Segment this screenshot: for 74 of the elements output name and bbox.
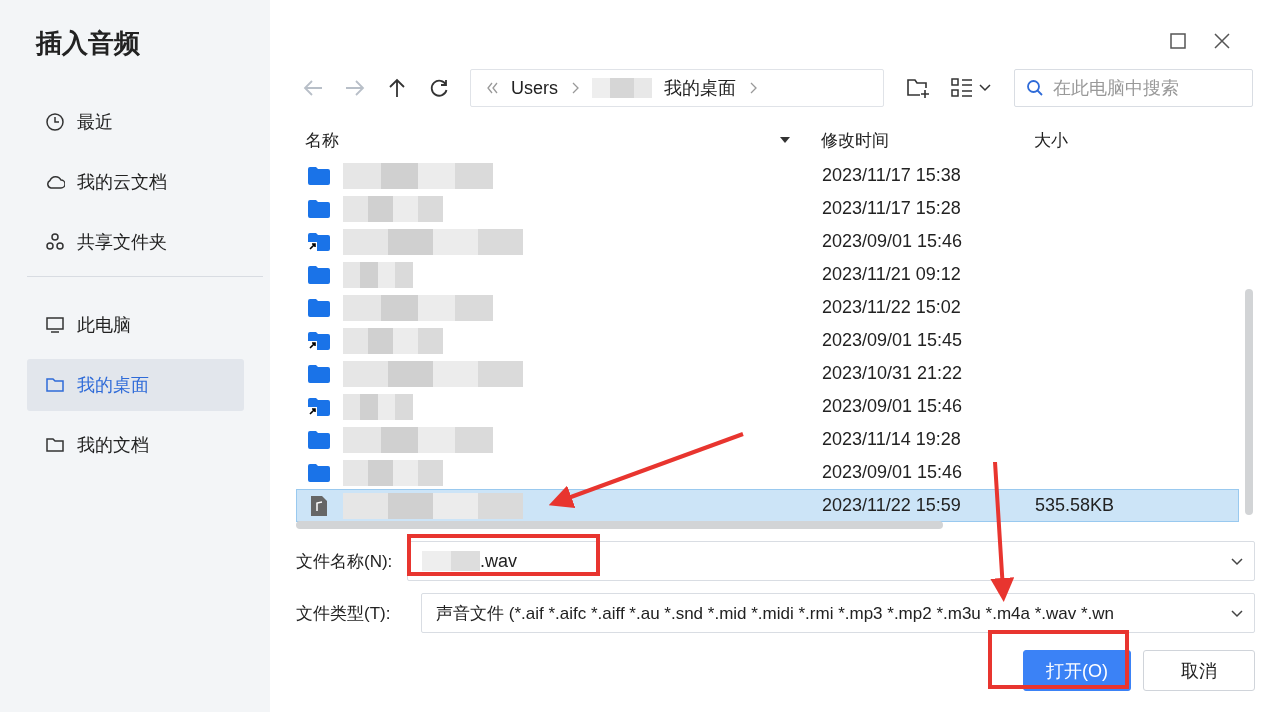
folder-icon [307,263,331,286]
file-row[interactable]: 2023/09/01 15:46 [296,225,1239,258]
folder-icon [45,375,65,395]
search-field[interactable]: 在此电脑中搜索 [1014,69,1253,107]
file-row[interactable]: 2023/11/17 15:38 [296,159,1239,192]
caret-icon[interactable] [1230,608,1244,618]
sidebar-item[interactable]: 我的云文档 [27,156,244,208]
breadcrumb-item[interactable]: Users [511,77,558,99]
date-cell-text: 2023/09/01 15:46 [821,396,964,417]
file-row[interactable]: 2023/09/01 15:46 [296,390,1239,423]
date-cell-text: 2023/09/01 15:46 [821,462,964,483]
shortcut-folder-icon [307,329,331,352]
double-chevron-icon [485,80,499,96]
sidebar-item[interactable]: 我的文档 [27,419,244,471]
date-cell-text: 2023/09/01 15:45 [821,330,964,351]
folder-icon [307,461,331,484]
sidebar-item[interactable]: 最近 [27,96,244,148]
sort-caret-icon [779,136,791,144]
date-cell-text: 2023/11/17 15:28 [821,198,962,219]
file-row[interactable]: 2023/10/31 21:22 [296,357,1239,390]
column-header[interactable]: 大小 [1034,128,1234,152]
search-icon [1026,79,1044,97]
date-cell-text: 2023/09/01 15:46 [821,231,964,252]
cancel-button[interactable]: 取消 [1143,650,1255,691]
maximize-icon[interactable] [1169,32,1187,50]
date-cell-text: 2023/11/17 15:38 [821,165,962,186]
sidebar-item[interactable]: 共享文件夹 [27,216,244,268]
date-cell-text: 2023/11/22 15:59 [821,495,962,516]
view-list-icon[interactable] [950,77,994,99]
field-label: 文件类型(T): [296,602,392,625]
file-row[interactable]: 2023/11/22 15:02 [296,291,1239,324]
close-icon[interactable] [1213,32,1231,50]
clock-icon [45,112,65,132]
file-row[interactable]: 2023/09/01 15:46 [296,456,1239,489]
column-header[interactable]: 名称 [296,128,801,152]
share-icon [45,232,65,252]
scrollbar[interactable] [1245,289,1253,515]
breadcrumb-item[interactable]: 我的桌面 [664,76,736,100]
caret-icon[interactable] [1230,556,1244,566]
date-cell-text: 2023/11/21 09:12 [821,264,962,285]
folder-icon [45,435,65,455]
file-row[interactable]: 2023/11/17 15:28 [296,192,1239,225]
file-row[interactable]: 2023/11/21 09:12 [296,258,1239,291]
scrollbar[interactable] [296,521,943,529]
sidebar-item[interactable]: 此电脑 [27,299,244,351]
redaction-mosaic [343,393,413,420]
file-row[interactable]: 2023/11/22 15:59 535.58KB [296,489,1239,522]
folder-icon [307,164,331,187]
file-name-field[interactable]: .wav [407,541,1255,581]
folder-icon [307,362,331,385]
monitor-icon [45,315,65,335]
redaction-mosaic [343,261,413,288]
file-row[interactable]: 2023/11/14 19:28 [296,423,1239,456]
dialog-title: 插入音频 [36,27,141,60]
folder-icon [307,197,331,220]
refresh-icon[interactable] [428,77,450,99]
column-header[interactable]: 修改时间 [801,128,1034,152]
shortcut-folder-icon [307,230,331,253]
redaction-mosaic [422,551,480,571]
date-cell-text: 2023/10/31 21:22 [821,363,964,384]
new-folder-icon[interactable] [906,77,930,99]
chevron-icon [748,80,758,96]
size-cell: 535.58KB [1035,495,1115,515]
date-cell-text: 2023/11/14 19:28 [821,429,962,450]
shortcut-folder-icon [307,395,331,418]
file-row[interactable]: 2023/09/01 15:45 [296,324,1239,357]
date-cell-text: 2023/11/22 15:02 [821,297,962,318]
folder-icon [307,428,331,451]
chevron-icon [570,80,580,96]
field-label: 文件名称(N): [296,550,394,573]
sidebar-item[interactable]: 我的桌面 [27,359,244,411]
redaction-mosaic [592,78,652,98]
folder-icon [307,296,331,319]
file-type-dropdown[interactable]: 声音文件 (*.aif *.aifc *.aiff *.au *.snd *.mid *.midi *.rmi *.mp3 *.mp2 *.m3u *.m4a *.wav *.wn [421,593,1255,633]
